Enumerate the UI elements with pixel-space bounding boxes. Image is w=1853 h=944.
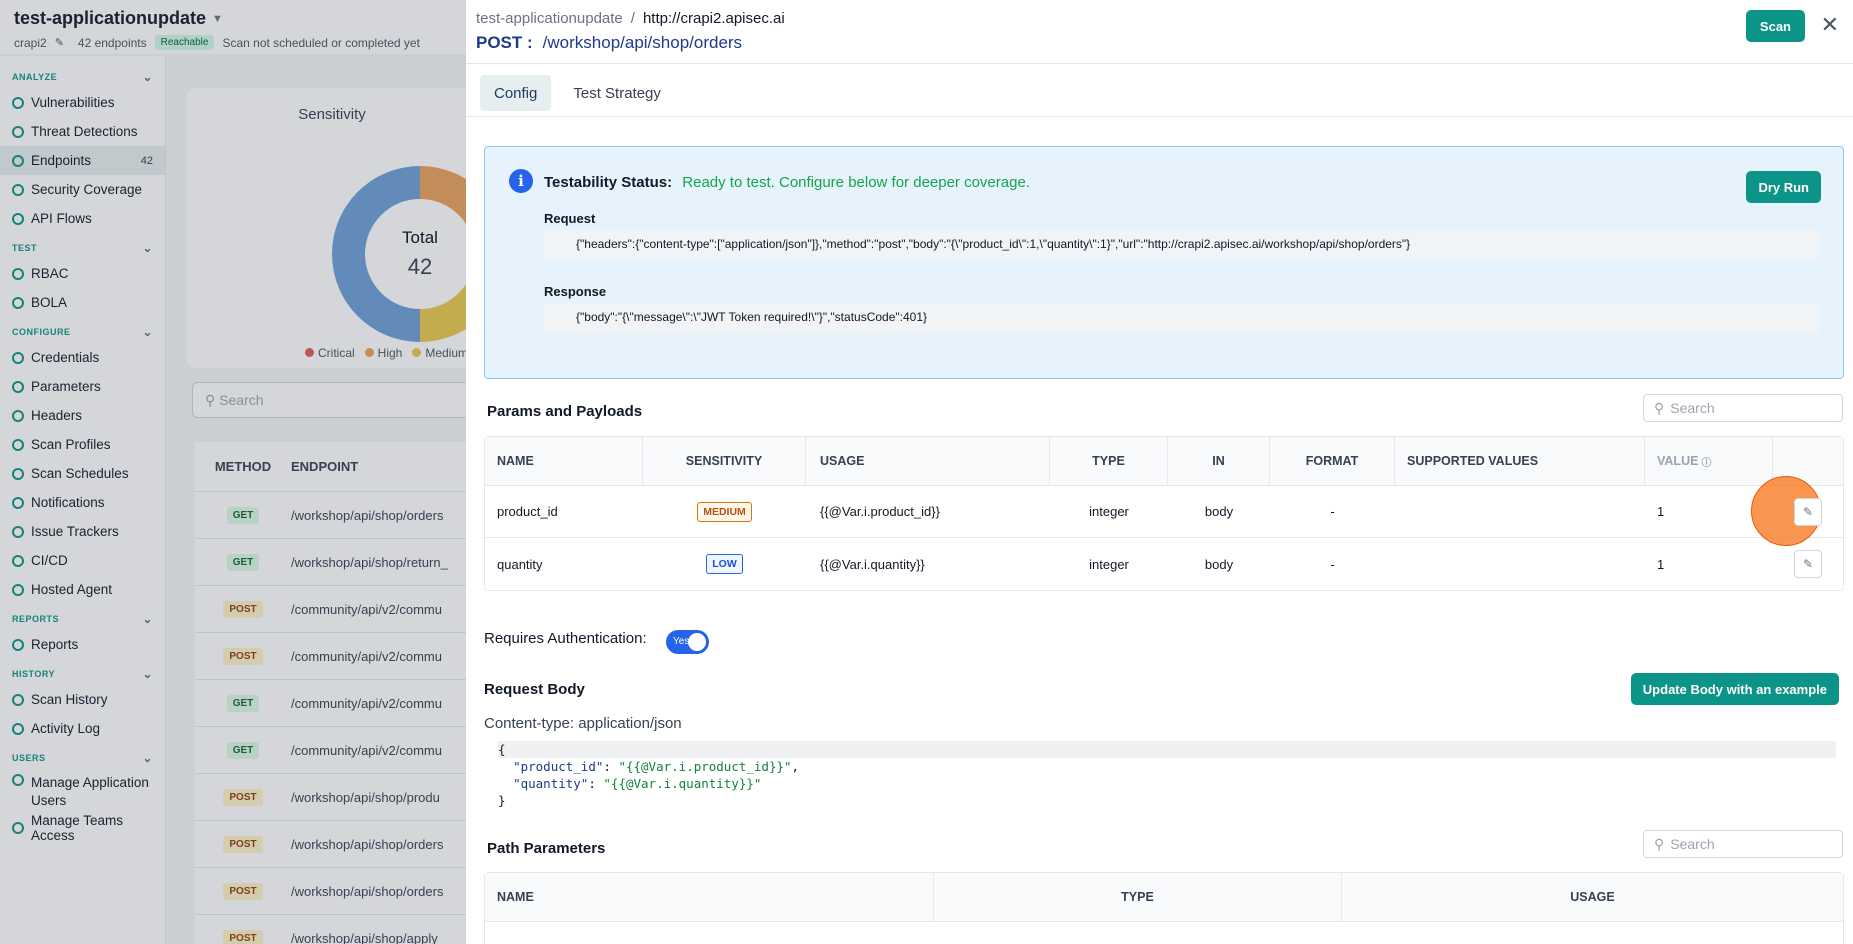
response-code: {"body":"{\"message\":\"JWT Token requir…: [544, 303, 1819, 333]
request-code: {"headers":{"content-type":["application…: [544, 230, 1819, 260]
testability-label: Testability Status:: [544, 174, 673, 191]
info-icon: i: [509, 169, 533, 193]
param-in: body: [1204, 504, 1234, 519]
column-sensitivity: SENSITIVITY: [643, 437, 806, 485]
param-in: body: [1204, 556, 1234, 572]
params-table-header: NAME SENSITIVITY USAGE TYPE IN FORMAT SU…: [485, 437, 1843, 486]
breadcrumb-app[interactable]: test-applicationupdate: [476, 10, 623, 27]
param-name: product_id: [497, 504, 558, 519]
drawer-header: test-applicationupdate / http://crapi2.a…: [466, 0, 1853, 64]
sensitivity-badge: MEDIUM: [697, 501, 752, 522]
update-body-button[interactable]: Update Body with an example: [1630, 673, 1839, 705]
info-icon[interactable]: ⓘ: [1701, 454, 1711, 469]
param-value: 1: [1657, 556, 1665, 572]
column-supported-values: SUPPORTED VALUES: [1395, 437, 1645, 485]
column-in: IN: [1168, 437, 1270, 485]
params-table: NAME SENSITIVITY USAGE TYPE IN FORMAT SU…: [484, 436, 1844, 591]
app-root: test-applicationupdate ▼ crapi2 ✎ 42 end…: [0, 0, 1853, 944]
column-usage: USAGE: [1570, 890, 1615, 904]
param-type: integer: [1089, 504, 1129, 519]
close-icon[interactable]: ✕: [1821, 12, 1839, 38]
scan-button[interactable]: Scan: [1745, 10, 1805, 42]
tab-config[interactable]: Config: [480, 75, 552, 111]
breadcrumb: test-applicationupdate / http://crapi2.a…: [476, 10, 1841, 27]
param-name: quantity: [497, 556, 543, 572]
breadcrumb-url: http://crapi2.apisec.ai: [642, 10, 785, 27]
param-format: -: [1330, 504, 1335, 519]
edit-param-button[interactable]: ✎: [1794, 497, 1822, 526]
code-line: "quantity": "{{@Var.i.quantity}}": [513, 776, 762, 791]
param-usage: {{@Var.i.product_id}}: [820, 504, 940, 519]
endpoint-path: /workshop/api/shop/orders: [542, 33, 743, 52]
path-params-table: NAME TYPE USAGE: [484, 872, 1844, 944]
code-line: }: [498, 793, 506, 808]
endpoint-method: POST :: [476, 33, 533, 52]
path-params-header: NAME TYPE USAGE: [485, 873, 1843, 922]
params-search-input[interactable]: ⚲ Search: [1643, 394, 1843, 422]
params-title: Params and Payloads: [487, 403, 643, 420]
tabs-divider: [466, 116, 1853, 117]
testability-status: Testability Status: Ready to test. Confi…: [544, 174, 1030, 191]
search-placeholder: Search: [1670, 400, 1715, 416]
sensitivity-cell: MEDIUM: [643, 501, 806, 522]
param-type: integer: [1089, 556, 1129, 572]
endpoint-drawer: test-applicationupdate / http://crapi2.a…: [466, 0, 1853, 944]
column-type: TYPE: [934, 873, 1342, 921]
column-format: FORMAT: [1270, 437, 1395, 485]
total-label: Total: [402, 228, 438, 247]
param-format: -: [1330, 556, 1335, 572]
column-usage: USAGE: [806, 437, 1050, 485]
request-body-editor[interactable]: { "product_id": "{{@Var.i.product_id}}",…: [498, 741, 1836, 809]
search-icon: ⚲: [1654, 835, 1665, 852]
testability-panel: i Testability Status: Ready to test. Con…: [484, 146, 1844, 379]
toggle-label: Yes: [673, 636, 690, 647]
column-value: VALUE ⓘ: [1645, 437, 1773, 485]
pencil-icon: ✎: [1802, 504, 1814, 519]
search-placeholder: Search: [1670, 836, 1715, 852]
params-table-body: product_id MEDIUM {{@Var.i.product_id}} int…: [485, 486, 1843, 590]
column-name: NAME: [485, 437, 643, 485]
sensitivity-cell: LOW: [643, 554, 806, 574]
tab-test-strategy[interactable]: Test Strategy: [559, 75, 675, 111]
search-icon: ⚲: [1654, 399, 1665, 416]
total-value: 42: [407, 254, 433, 279]
request-label: Request: [544, 211, 596, 226]
edit-param-button[interactable]: ✎: [1794, 550, 1822, 578]
param-usage: {{@Var.i.quantity}}: [820, 556, 925, 572]
drawer-tabs: Config Test Strategy: [480, 75, 675, 111]
column-type: TYPE: [1050, 437, 1168, 485]
testability-value: Ready to test. Configure below for deepe…: [682, 174, 1030, 191]
content-type-label: Content-type: application/json: [484, 715, 682, 732]
column-name: NAME: [485, 873, 934, 921]
table-row[interactable]: quantity LOW {{@Var.i.quantity}} integer bod…: [485, 538, 1843, 590]
modal-overlay[interactable]: [0, 0, 466, 944]
path-params-search-input[interactable]: ⚲ Search: [1643, 830, 1843, 858]
sensitivity-badge: LOW: [706, 554, 743, 574]
dry-run-button[interactable]: Dry Run: [1746, 171, 1821, 203]
column-value-label: VALUE: [1657, 454, 1699, 468]
pencil-icon: ✎: [1802, 557, 1814, 571]
code-line: "product_id": "{{@Var.i.product_id}}",: [513, 759, 800, 774]
table-row[interactable]: product_id MEDIUM {{@Var.i.product_id}} int…: [485, 486, 1843, 538]
path-params-title: Path Parameters: [487, 840, 606, 857]
requires-auth-toggle[interactable]: Yes: [666, 630, 709, 654]
actions-cell: ✎: [1773, 550, 1843, 578]
response-label: Response: [544, 284, 607, 299]
endpoint-title: POST : /workshop/api/shop/orders: [476, 33, 1841, 53]
request-body-title: Request Body: [484, 681, 585, 698]
code-line: {: [498, 741, 1836, 758]
requires-auth-label: Requires Authentication:: [484, 630, 647, 647]
breadcrumb-separator: /: [630, 10, 635, 27]
